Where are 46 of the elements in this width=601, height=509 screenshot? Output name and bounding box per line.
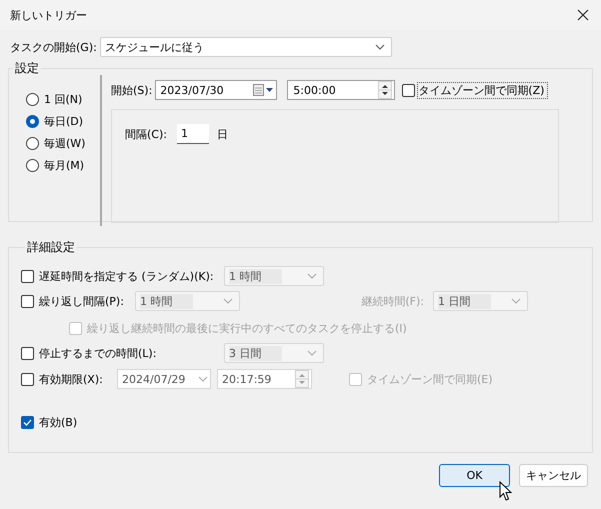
radio-label: 1 回(N) [44, 92, 84, 106]
close-icon[interactable] [577, 9, 589, 21]
date-field[interactable]: 2023/07/30 [155, 80, 278, 100]
chevron-down-icon [223, 298, 233, 304]
interval-field[interactable]: 1 [177, 124, 209, 144]
radio-button[interactable] [26, 136, 39, 150]
field-label: 継続時間(F): [361, 294, 425, 308]
checkbox[interactable] [21, 346, 34, 360]
checkbox[interactable] [21, 372, 34, 386]
field-label: タスクの開始(G): [10, 40, 98, 54]
dropdown[interactable]: スケジュールに従う [100, 37, 392, 57]
time-field[interactable]: 5:00:00 [287, 80, 396, 100]
chevron-down-icon [307, 350, 317, 356]
checkbox-label: 有効(B) [39, 414, 78, 430]
ok-button[interactable]: OK [439, 464, 510, 487]
chevron-down-icon [307, 273, 317, 279]
checkbox-label: タイムゾーン間で同期(Z) [418, 82, 548, 98]
cancel-button[interactable]: キャンセル [519, 464, 588, 487]
checkbox-label: タイムゾーン間で同期(E) [367, 372, 494, 386]
chevron-down-icon [374, 44, 385, 50]
cursor-icon [499, 481, 513, 502]
window-title: 新しいトリガー [10, 8, 88, 22]
field-label: 開始(S): [111, 82, 154, 98]
checkbox-label: 繰り返し間隔(P): [39, 294, 125, 308]
group-title: 詳細設定 [26, 239, 76, 256]
checkbox[interactable] [21, 294, 34, 308]
radio-button[interactable] [26, 158, 39, 172]
unit-label: 日 [217, 126, 229, 142]
field-label: 間隔(C): [125, 126, 168, 142]
chevron-down-icon [198, 376, 208, 382]
group-title: 設定 [14, 60, 40, 77]
checkbox-label: 遅延時間を指定する (ランダム)(K): [39, 268, 215, 284]
checkbox[interactable] [402, 84, 416, 96]
radio-button[interactable] [26, 114, 39, 128]
checkbox[interactable] [21, 270, 34, 282]
checkbox[interactable] [21, 416, 34, 428]
radio-button[interactable] [26, 92, 39, 106]
radio-label: 毎月(M) [44, 158, 86, 172]
radio-label: 毎日(D) [44, 114, 84, 128]
radio-label: 毎週(W) [44, 136, 86, 150]
spinner-arrows-icon[interactable] [378, 81, 392, 99]
checkbox-label: 有効期限(X): [39, 372, 104, 386]
calendar-icon[interactable] [253, 84, 274, 96]
chevron-down-icon [511, 298, 521, 304]
checkbox-label: 繰り返し継続時間の最後に実行中のすべてのタスクを停止する(I) [87, 320, 408, 336]
checkbox-label: 停止するまでの時間(L): [39, 346, 158, 360]
